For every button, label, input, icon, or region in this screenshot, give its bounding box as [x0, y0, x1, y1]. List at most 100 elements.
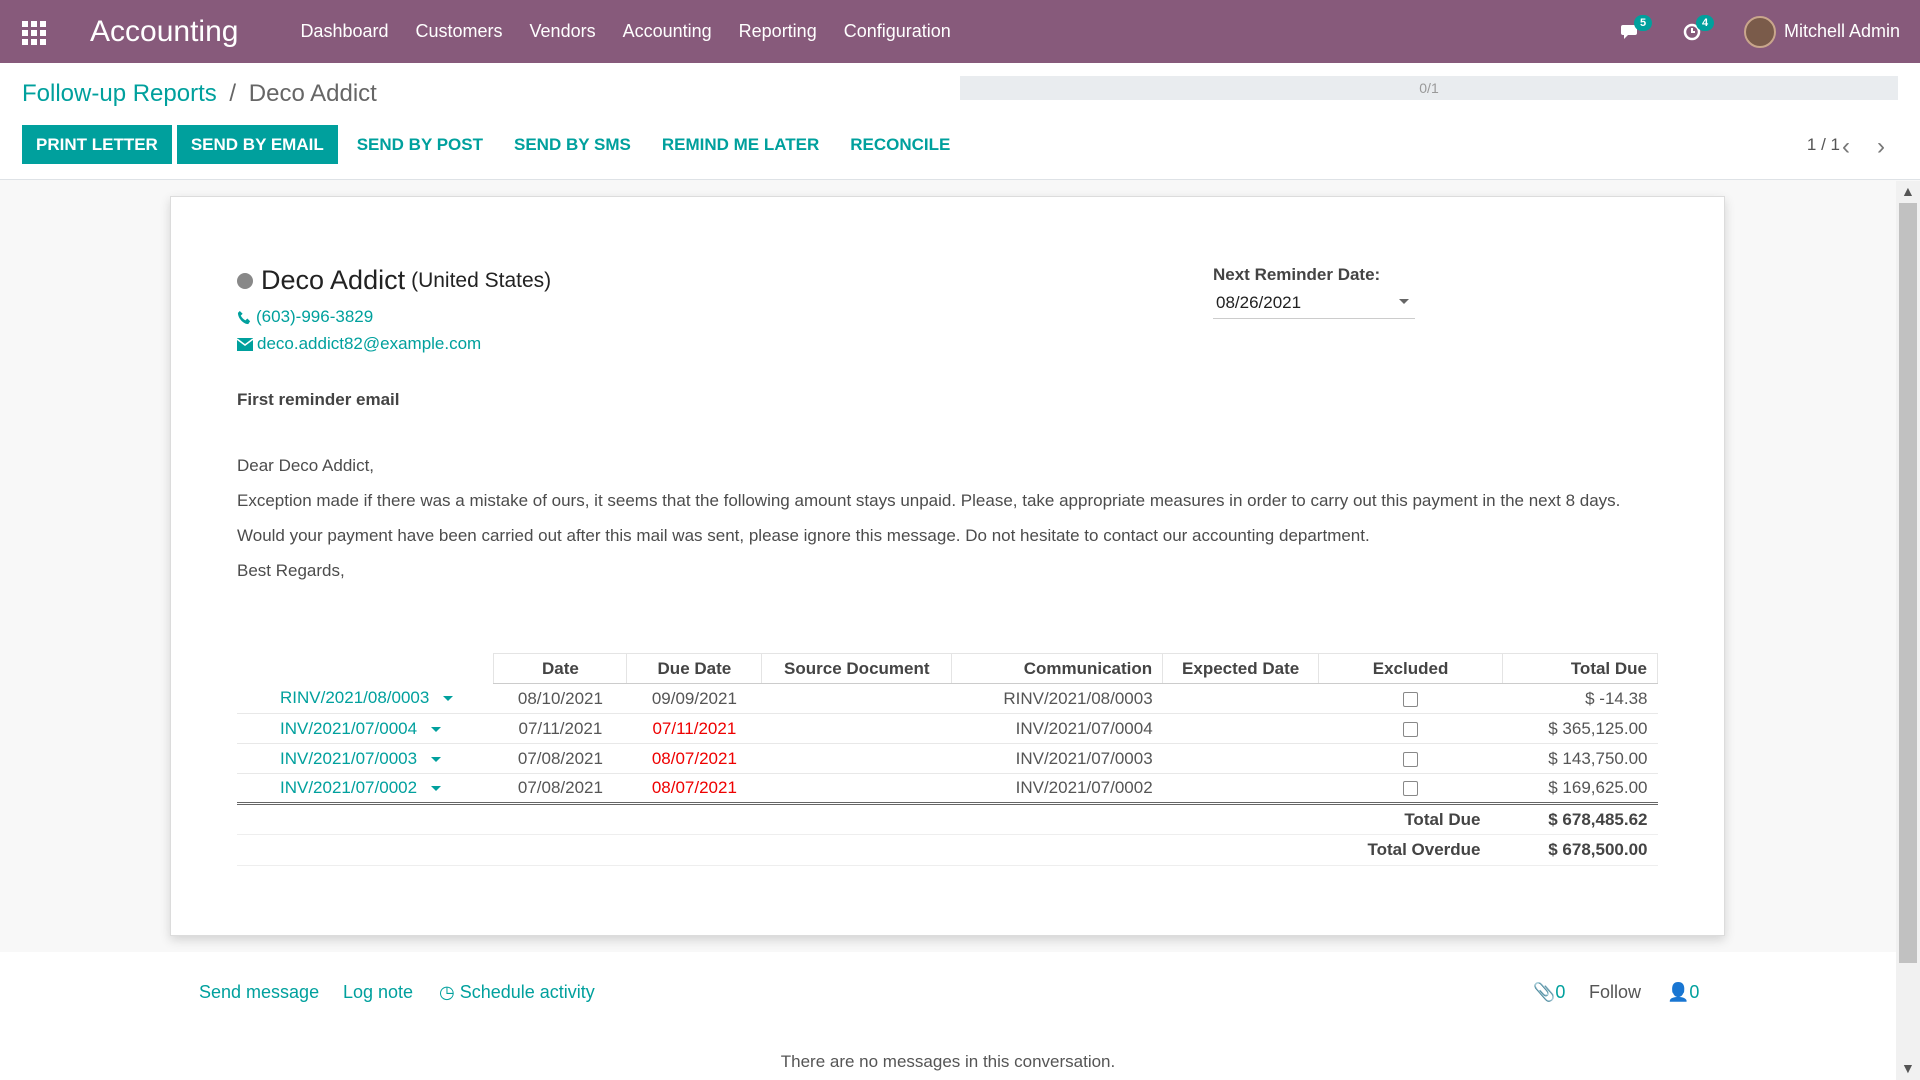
- invoice-expected-date[interactable]: [1162, 743, 1319, 774]
- menu-accounting[interactable]: Accounting: [623, 21, 712, 42]
- invoice-ref-dropdown[interactable]: RINV/2021/08/0003: [237, 683, 494, 714]
- letter-closing: Best Regards,: [237, 561, 345, 580]
- invoice-date: 08/10/2021: [493, 683, 627, 714]
- invoice-ref[interactable]: INV/2021/07/0003: [280, 749, 417, 768]
- breadcrumb: Follow-up Reports / Deco Addict: [22, 80, 377, 108]
- table-row: INV/2021/07/0003 07/08/2021 08/07/2021 I…: [237, 743, 1658, 774]
- schedule-activity-label[interactable]: Schedule activity: [460, 982, 595, 1002]
- invoice-expected-date[interactable]: [1162, 773, 1319, 805]
- followup-level: First reminder email: [237, 390, 400, 409]
- caret-down-icon[interactable]: [431, 786, 442, 792]
- print-letter-button[interactable]: PRINT LETTER: [22, 125, 172, 164]
- invoice-due-date: 08/07/2021: [626, 743, 762, 774]
- status-dot-icon: [237, 272, 253, 289]
- header-date: Date: [493, 653, 628, 684]
- remind-me-later-button[interactable]: REMIND ME LATER: [648, 125, 833, 164]
- invoice-ref-dropdown[interactable]: INV/2021/07/0003: [237, 743, 494, 774]
- total-overdue-row: Total Overdue $ 678,500.00: [237, 834, 1658, 866]
- partner-country: (United States): [411, 268, 552, 292]
- pager-value[interactable]: 1 / 1: [1807, 135, 1840, 155]
- excluded-checkbox[interactable]: [1403, 751, 1419, 767]
- scroll-up-arrow[interactable]: ▲: [1901, 183, 1915, 199]
- invoice-due-date: 08/07/2021: [626, 773, 762, 805]
- header-total-due: Total Due: [1502, 653, 1658, 684]
- chevron-right-icon[interactable]: ›: [1877, 133, 1885, 161]
- menu-reporting[interactable]: Reporting: [739, 21, 817, 42]
- excluded-checkbox[interactable]: [1403, 721, 1419, 737]
- top-navbar: Accounting Dashboard Customers Vendors A…: [0, 0, 1920, 63]
- menu-configuration[interactable]: Configuration: [844, 21, 951, 42]
- partner-phone-link[interactable]: (603)-996-3829: [237, 307, 373, 327]
- scrollbar[interactable]: ▲ ▼: [1896, 181, 1920, 1080]
- paperclip-icon: 📎: [1533, 982, 1556, 1002]
- invoice-source: [761, 773, 952, 805]
- send-by-post-button[interactable]: SEND BY POST: [343, 125, 497, 164]
- followers-button[interactable]: 👤0: [1667, 982, 1699, 1003]
- invoice-ref[interactable]: RINV/2021/08/0003: [280, 688, 429, 707]
- caret-down-icon[interactable]: [443, 696, 454, 702]
- navbar-systray: 5 4 Mitchell Admin: [1620, 0, 1920, 63]
- caret-down-icon[interactable]: [1399, 299, 1409, 304]
- letter-paragraph-2: Would your payment have been carried out…: [237, 526, 1370, 545]
- header-expected-date: Expected Date: [1162, 653, 1320, 684]
- menu-customers[interactable]: Customers: [416, 21, 503, 42]
- messages-systray[interactable]: 5: [1620, 14, 1653, 43]
- next-reminder-date-value[interactable]: 08/26/2021: [1216, 293, 1301, 312]
- send-by-email-button[interactable]: SEND BY EMAIL: [176, 125, 338, 164]
- follow-button[interactable]: Follow: [1589, 982, 1641, 1003]
- header-reference: [237, 654, 494, 684]
- breadcrumb-separator: /: [229, 80, 237, 107]
- invoice-date: 07/08/2021: [493, 773, 627, 805]
- invoice-communication: INV/2021/07/0002: [951, 773, 1163, 805]
- table-row: INV/2021/07/0004 07/11/2021 07/11/2021 I…: [237, 713, 1658, 744]
- total-due-label: Total Due: [1318, 803, 1503, 835]
- attachments-count[interactable]: 0: [1555, 982, 1565, 1002]
- total-due-row: Total Due $ 678,485.62: [237, 803, 1658, 835]
- reconcile-button[interactable]: RECONCILE: [836, 125, 964, 164]
- header-due-date: Due Date: [626, 653, 763, 684]
- menu-dashboard[interactable]: Dashboard: [300, 21, 388, 42]
- activities-count-badge: 4: [1695, 14, 1715, 31]
- partner-email[interactable]: deco.addict82@example.com: [257, 334, 481, 354]
- schedule-activity-button[interactable]: ◷ Schedule activity: [439, 982, 595, 1003]
- invoice-ref[interactable]: INV/2021/07/0004: [280, 719, 417, 738]
- followers-count[interactable]: 0: [1689, 982, 1699, 1002]
- send-message-button[interactable]: Send message: [199, 982, 319, 1003]
- send-by-sms-button[interactable]: SEND BY SMS: [500, 125, 645, 164]
- excluded-checkbox[interactable]: [1403, 691, 1419, 707]
- table-row: RINV/2021/08/0003 08/10/2021 09/09/2021 …: [237, 683, 1658, 714]
- caret-down-icon[interactable]: [431, 726, 442, 732]
- excluded-checkbox[interactable]: [1403, 781, 1419, 797]
- scrollbar-thumb[interactable]: [1899, 203, 1917, 963]
- invoice-expected-date[interactable]: [1162, 713, 1319, 744]
- activities-systray[interactable]: 4: [1682, 14, 1715, 43]
- control-panel: Follow-up Reports / Deco Addict 0/1 PRIN…: [0, 63, 1920, 180]
- chevron-left-icon[interactable]: ‹: [1842, 133, 1850, 161]
- menu-vendors[interactable]: Vendors: [530, 21, 596, 42]
- invoice-ref-dropdown[interactable]: INV/2021/07/0004: [237, 713, 494, 744]
- apps-grid-icon[interactable]: [22, 20, 48, 45]
- next-reminder-date-field[interactable]: 08/26/2021: [1213, 293, 1415, 319]
- partner-email-link[interactable]: deco.addict82@example.com: [237, 334, 481, 354]
- followup-report-sheet: Deco Addict (United States) (603)-996-38…: [170, 196, 1725, 936]
- messages-count-badge: 5: [1633, 14, 1653, 31]
- user-icon: 👤: [1667, 982, 1690, 1002]
- partner-phone[interactable]: (603)-996-3829: [256, 307, 373, 327]
- scroll-down-arrow[interactable]: ▼: [1901, 1060, 1915, 1076]
- invoice-ref-dropdown[interactable]: INV/2021/07/0002: [237, 773, 494, 805]
- caret-down-icon[interactable]: [431, 756, 442, 762]
- breadcrumb-parent[interactable]: Follow-up Reports: [22, 80, 217, 107]
- invoice-ref[interactable]: INV/2021/07/0002: [280, 778, 417, 797]
- user-avatar[interactable]: [1743, 15, 1776, 48]
- user-name[interactable]: Mitchell Admin: [1784, 21, 1900, 42]
- progress-text: 0/1: [1419, 80, 1439, 96]
- invoice-due-date: 09/09/2021: [626, 683, 762, 714]
- invoice-communication: INV/2021/07/0003: [951, 743, 1163, 774]
- log-note-button[interactable]: Log note: [343, 982, 413, 1003]
- app-brand[interactable]: Accounting: [90, 15, 238, 49]
- invoice-date: 07/08/2021: [493, 743, 627, 774]
- invoice-expected-date[interactable]: [1162, 683, 1319, 714]
- invoice-source: [761, 683, 952, 714]
- attachments-button[interactable]: 📎0: [1533, 982, 1565, 1003]
- envelope-icon: [237, 337, 253, 351]
